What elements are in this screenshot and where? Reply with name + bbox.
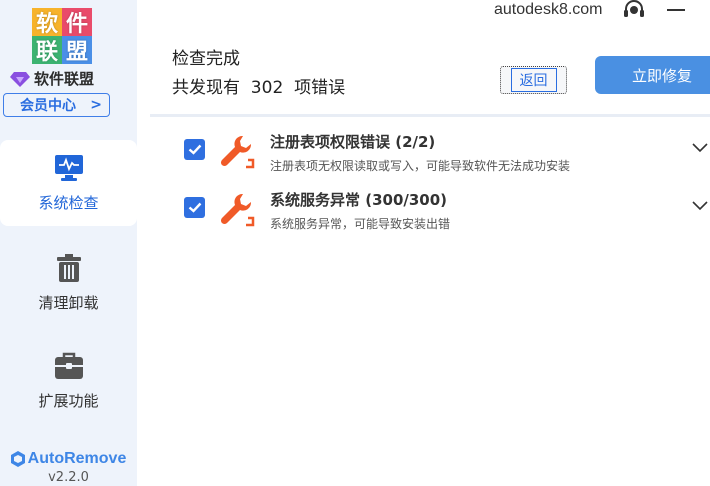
error-row-services[interactable]: 系统服务异常 (300/300) 系统服务异常，可能导致安装出错 [172, 184, 710, 242]
error-row-registry[interactable]: 注册表项权限错误 (2/2) 注册表项无权限读取或写入，可能导致软件无法成功安装 [172, 126, 710, 184]
nav-label: 扩展功能 [38, 391, 99, 410]
nav-item-extensions[interactable]: 扩展功能 [0, 338, 137, 424]
trash-icon [56, 253, 81, 282]
nav-label: 清理卸载 [38, 293, 99, 312]
error-title: 系统服务异常 (300/300) [270, 191, 448, 209]
error-summary: 共发现有 302 项错误 [172, 78, 346, 98]
chevron-right-icon: > [90, 97, 102, 113]
brand-name: 软件联盟 [34, 70, 95, 88]
row-checkbox[interactable] [184, 197, 205, 218]
back-button[interactable]: 返回 [500, 66, 567, 94]
logo-tile: 软 [32, 8, 62, 37]
nav-label: 系统检查 [38, 193, 99, 212]
fix-now-label: 立即修复 [632, 66, 693, 85]
row-checkbox[interactable] [184, 139, 205, 160]
error-description: 注册表项无权限读取或写入，可能导致软件无法成功安装 [270, 159, 571, 173]
checkmark-icon [188, 202, 201, 213]
member-center-label: 会员中心 [20, 98, 76, 114]
error-title: 注册表项权限错误 (2/2) [270, 133, 436, 151]
logo-tile: 盟 [62, 36, 92, 65]
wrench-icon [220, 135, 255, 169]
member-center-button[interactable]: 会员中心 > [3, 93, 110, 117]
error-description: 系统服务异常，可能导致安装出错 [270, 217, 451, 231]
nav-item-system-check[interactable]: 系统检查 [0, 140, 137, 226]
brand-row: 软件联盟 [10, 68, 94, 89]
checkmark-icon [188, 144, 201, 155]
version-label: v2.2.0 [48, 470, 89, 485]
diamond-icon [10, 71, 30, 87]
monitor-icon [54, 154, 83, 181]
page-title: 检查完成 [172, 49, 240, 69]
product-name-row: AutoRemove [0, 450, 137, 468]
app-logo: 软 件 联 盟 [30, 6, 94, 66]
minimize-button[interactable] [667, 9, 685, 11]
logo-tile: 件 [62, 8, 92, 37]
chevron-down-icon[interactable] [692, 200, 708, 212]
fix-now-button[interactable]: 立即修复 [595, 56, 710, 94]
autoremove-logo-icon [10, 451, 25, 467]
sidebar: 软 件 联 盟 软件联盟 会员中心 > 系统检查 清理卸载 扩展功能 AutoR… [0, 0, 137, 486]
logo-tile: 联 [32, 36, 62, 65]
headset-icon[interactable] [623, 0, 645, 20]
chevron-down-icon[interactable] [692, 142, 708, 154]
wrench-icon [220, 193, 255, 227]
site-label: autodesk8.com [494, 1, 603, 18]
back-button-label: 返回 [510, 68, 557, 92]
product-name: AutoRemove [27, 450, 127, 467]
divider [150, 114, 710, 117]
toolbox-icon [54, 352, 83, 379]
nav-item-clean-uninstall[interactable]: 清理卸载 [0, 240, 137, 326]
